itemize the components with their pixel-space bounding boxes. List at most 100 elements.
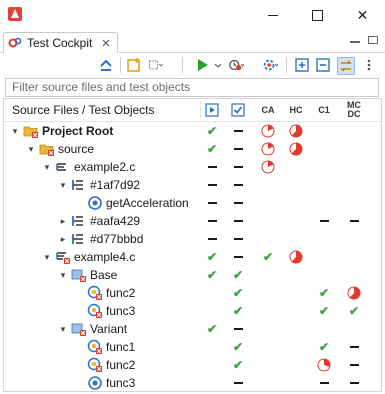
dash-icon <box>226 140 250 158</box>
column-header-mcdc[interactable]: MC DC <box>342 99 366 121</box>
dash-mark <box>319 382 329 384</box>
tree-row[interactable]: func2 ✔ ✔ <box>4 284 381 302</box>
minimize-button[interactable] <box>250 0 295 30</box>
tab-close-icon[interactable]: ✕ <box>101 37 110 50</box>
collapse-all-icon[interactable] <box>315 57 331 73</box>
check-icon: ✔ <box>226 356 250 374</box>
dash-icon <box>200 158 224 176</box>
tree-row[interactable]: ▸ #aafa429 <box>4 212 381 230</box>
tree-row[interactable]: ▾ source ✔ <box>4 140 381 158</box>
view-menu-controls <box>349 35 379 48</box>
dash-mark <box>233 220 243 222</box>
dash-mark <box>319 220 329 222</box>
coverage-pie-icon <box>256 140 280 158</box>
dash-icon <box>200 212 224 230</box>
view-menu-icon[interactable] <box>361 57 377 73</box>
chevron-down-icon[interactable]: ▾ <box>40 159 54 175</box>
dash-mark <box>349 346 359 348</box>
app-logo-icon <box>8 7 22 21</box>
coverage-pie-icon <box>284 122 308 140</box>
select-dropdown-icon[interactable] <box>148 57 164 73</box>
dash-icon <box>312 212 336 230</box>
minimize-view-icon[interactable] <box>349 35 361 48</box>
test-tree-table: Source Files / Test Objects CA HC C1 MC … <box>3 98 382 392</box>
function-error-icon <box>87 303 103 319</box>
check-mark: ✔ <box>206 250 218 264</box>
variant-group-icon <box>71 321 87 337</box>
chevron-right-icon[interactable]: ▸ <box>56 213 70 229</box>
column-header-run[interactable] <box>200 99 224 121</box>
tree-row[interactable]: ▸ #d77bbbd <box>4 230 381 248</box>
row-label: example2.c <box>74 160 136 174</box>
column-header-ca[interactable]: CA <box>256 99 280 121</box>
dash-mark <box>233 238 243 240</box>
tree-row[interactable]: func3 <box>4 374 381 392</box>
dash-icon <box>342 374 366 392</box>
run-dropdown-icon[interactable] <box>210 57 226 73</box>
dash-icon <box>200 176 224 194</box>
tree-row[interactable]: ▾ Project Root ✔ <box>4 122 381 140</box>
dash-icon <box>226 212 250 230</box>
tree-row[interactable]: ▾ example4.c ✔ ✔ <box>4 248 381 266</box>
dash-icon <box>226 122 250 140</box>
dash-mark <box>233 202 243 204</box>
column-header-hc[interactable]: HC <box>284 99 308 121</box>
check-icon: ✔ <box>200 248 224 266</box>
chevron-down-icon[interactable]: ▾ <box>56 177 70 193</box>
check-mark: ✔ <box>318 340 330 354</box>
view-tab-bar: Test Cockpit ✕ <box>0 30 385 53</box>
run-icon[interactable] <box>194 57 210 73</box>
chevron-down-icon[interactable]: ▾ <box>56 321 70 337</box>
check-icon: ✔ <box>312 284 336 302</box>
filter-input[interactable] <box>6 79 378 94</box>
coverage-pie-icon <box>312 356 336 374</box>
tree-row[interactable]: func3 ✔ ✔ ✔ <box>4 302 381 320</box>
row-label: func3 <box>106 304 136 318</box>
check-icon: ✔ <box>226 302 250 320</box>
column-header-status[interactable] <box>226 99 250 121</box>
check-mark: ✔ <box>232 286 244 300</box>
column-header-c1[interactable]: C1 <box>312 99 336 121</box>
column-header-source[interactable]: Source Files / Test Objects <box>12 103 155 117</box>
chevron-down-icon[interactable]: ▾ <box>24 141 38 157</box>
check-mark: ✔ <box>318 286 330 300</box>
dash-mark <box>207 184 217 186</box>
new-test-icon[interactable] <box>126 57 142 73</box>
dash-icon <box>200 230 224 248</box>
hash-variant-icon <box>71 213 87 229</box>
chevron-down-icon[interactable]: ▾ <box>40 249 54 265</box>
close-window-button[interactable]: ✕ <box>340 0 385 30</box>
tree-row[interactable]: ▾ example2.c <box>4 158 381 176</box>
row-label: example4.c <box>74 250 136 264</box>
dash-mark <box>233 130 243 132</box>
tree-row[interactable]: func2 ✔ <box>4 356 381 374</box>
chevron-down-icon[interactable]: ▾ <box>8 123 22 139</box>
dash-icon <box>226 230 250 248</box>
function-error-icon <box>87 339 103 355</box>
sync-icon[interactable] <box>98 57 114 73</box>
coverage-icon[interactable] <box>262 57 278 73</box>
tree-row[interactable]: ▾ Base ✔ ✔ <box>4 266 381 284</box>
row-label: func1 <box>106 340 136 354</box>
tree-row[interactable]: ▾ #1af7d92 <box>4 176 381 194</box>
chevron-right-icon[interactable]: ▸ <box>56 231 70 247</box>
row-label: #d77bbbd <box>90 232 144 246</box>
link-editor-icon[interactable] <box>337 57 355 75</box>
title-bar: ✕ <box>0 0 385 30</box>
check-mark: ✔ <box>232 358 244 372</box>
dash-mark <box>233 256 243 258</box>
tree-row[interactable]: getAcceleration <box>4 194 381 212</box>
dash-mark <box>207 238 217 240</box>
filter-field[interactable] <box>5 78 379 97</box>
tree-row[interactable]: ▾ Variant ✔ <box>4 320 381 338</box>
check-icon: ✔ <box>226 284 250 302</box>
expand-all-icon[interactable] <box>294 57 310 73</box>
tree-row[interactable]: func1 ✔ ✔ <box>4 338 381 356</box>
row-label: #1af7d92 <box>90 178 141 192</box>
run-config-icon[interactable] <box>228 57 244 73</box>
maximize-view-icon[interactable] <box>367 35 379 48</box>
check-icon: ✔ <box>200 122 224 140</box>
chevron-down-icon[interactable]: ▾ <box>56 267 70 283</box>
tab-test-cockpit[interactable]: Test Cockpit ✕ <box>3 32 118 53</box>
maximize-button[interactable] <box>295 0 340 30</box>
